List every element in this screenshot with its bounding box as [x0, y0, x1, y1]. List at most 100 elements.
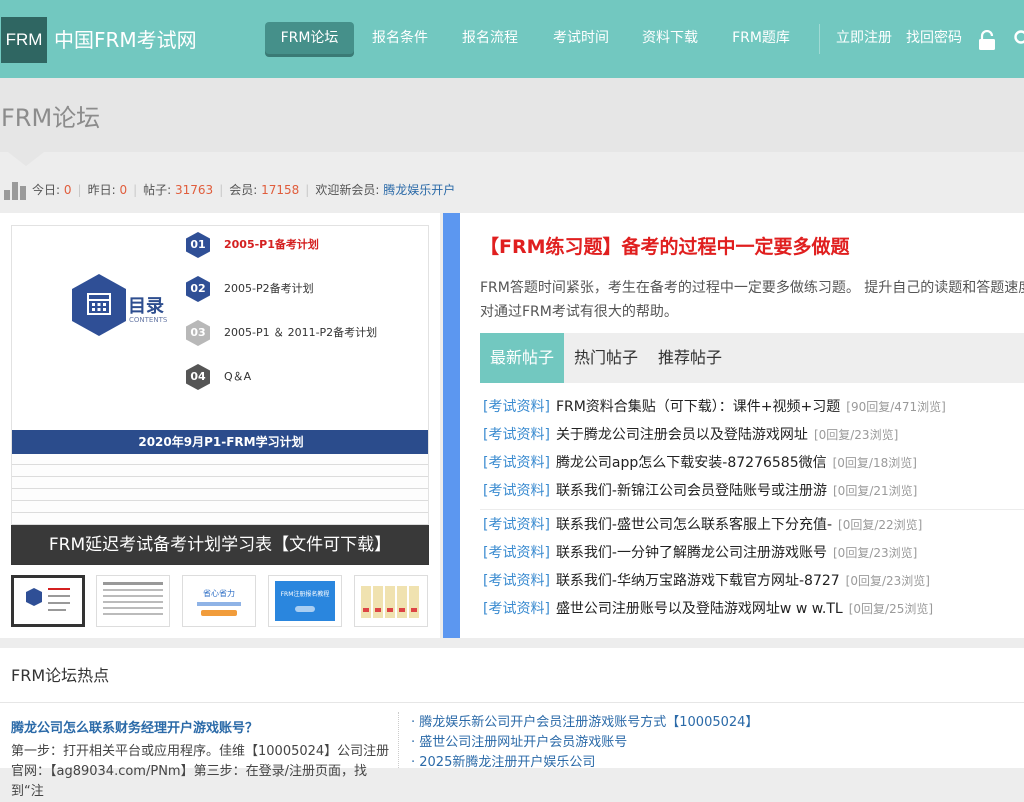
new-member-link[interactable]: 腾龙娱乐开户	[383, 183, 455, 197]
hot-topic-link[interactable]: · 盛世公司注册网址开户会员游戏账号	[411, 734, 627, 752]
post-category[interactable]: [考试资料]	[483, 573, 550, 589]
post-title[interactable]: FRM资料合集贴（可下载）：课件+视频+习题	[556, 399, 840, 415]
title-pointer	[8, 152, 44, 166]
site-logo[interactable]: FRM	[1, 17, 47, 63]
toc-title: 目录	[128, 292, 164, 318]
nav-item-registration-conditions[interactable]: 报名条件	[361, 22, 439, 54]
search-icon[interactable]	[1014, 30, 1024, 46]
post-item[interactable]: [考试资料] 联系我们-盛世公司怎么联系客服上下分充值- [0回复/22浏览]	[483, 514, 922, 536]
slide-thumbnail[interactable]	[96, 575, 170, 627]
post-list-divider	[480, 509, 1024, 510]
posts-count: 31763	[175, 183, 213, 197]
post-meta: [0回复/23浏览]	[814, 428, 898, 442]
hot-topic-link[interactable]: · 2025新腾龙注册开户娱乐公司	[411, 754, 595, 772]
post-category[interactable]: [考试资料]	[483, 427, 550, 443]
slide-thumbnail[interactable]	[354, 575, 428, 627]
slide-thumbnail[interactable]: FRM注册报名教程	[268, 575, 342, 627]
post-meta: [0回复/22浏览]	[838, 518, 922, 532]
post-title[interactable]: 联系我们-一分钟了解腾龙公司注册游戏账号	[556, 545, 827, 561]
members-count: 17158	[261, 183, 299, 197]
hot-topics-title: FRM论坛热点	[11, 665, 109, 687]
nav-item-downloads[interactable]: 资料下载	[631, 22, 709, 54]
tab-latest-posts[interactable]: 最新帖子	[480, 333, 564, 383]
thumb-blue-preview: FRM注册报名教程	[269, 576, 341, 626]
slide-caption[interactable]: FRM延迟考试备考计划学习表【文件可下载】	[11, 525, 429, 565]
forgot-password-link[interactable]: 找回密码	[906, 28, 962, 48]
post-category[interactable]: [考试资料]	[483, 399, 550, 415]
post-item[interactable]: [考试资料] 关于腾龙公司注册会员以及登陆游戏网址 [0回复/23浏览]	[483, 424, 898, 446]
slide-thumbnail[interactable]: 省心省力	[182, 575, 256, 627]
post-category[interactable]: [考试资料]	[483, 601, 550, 617]
post-meta: [0回复/18浏览]	[833, 456, 917, 470]
toc-number: 02	[186, 282, 210, 295]
toc-number: 03	[186, 326, 210, 339]
yesterday-count: 0	[119, 183, 127, 197]
post-meta: [0回复/25浏览]	[849, 602, 933, 616]
post-item[interactable]: [考试资料] 联系我们-一分钟了解腾龙公司注册游戏账号 [0回复/23浏览]	[483, 542, 917, 564]
thumb-promo-preview: 省心省力	[183, 576, 255, 626]
slide-thumbnail[interactable]	[11, 575, 85, 627]
post-item[interactable]: [考试资料] FRM资料合集贴（可下载）：课件+视频+习题 [90回复/471浏览]	[483, 396, 946, 418]
site-name[interactable]: 中国FRM考试网	[54, 27, 197, 53]
bar-chart-icon	[4, 182, 26, 200]
toc-text: 2005-P2备考计划	[224, 280, 314, 296]
posts-label: 帖子:	[143, 183, 171, 197]
post-title[interactable]: 联系我们-新锦江公司会员登陆账号或注册游	[556, 483, 827, 499]
featured-desc-line: FRM答题时间紧张，考生在备考的过程中一定要多做练习题。 提升自己的读题和答题速…	[480, 276, 1024, 300]
lock-icon[interactable]	[977, 30, 997, 50]
post-category[interactable]: [考试资料]	[483, 517, 550, 533]
hot-lead-title-link[interactable]: 腾龙公司怎么联系财务经理开户游戏账号？	[11, 720, 258, 738]
plan-table	[12, 454, 429, 526]
page-title: FRM论坛	[1, 103, 100, 133]
post-title[interactable]: 联系我们-华纳万宝路游戏下载官方网址-8727	[556, 573, 840, 589]
toc-text: 2005-P1 ＆ 2011-P2备考计划	[224, 324, 377, 340]
toc-text: Q＆A	[224, 368, 251, 384]
featured-title-link[interactable]: 【FRM练习题】备考的过程中一定要多做题	[480, 232, 850, 262]
post-title[interactable]: 联系我们-盛世公司怎么联系客服上下分充值-	[556, 517, 832, 533]
post-title[interactable]: 盛世公司注册账号以及登陆游戏网址w w w.TL	[556, 601, 843, 617]
hot-topic-link[interactable]: · 腾龙娱乐新公司开户会员注册游戏账号方式【10005024】	[411, 714, 758, 732]
tab-hot-posts[interactable]: 热门帖子	[566, 333, 646, 383]
register-link[interactable]: 立即注册	[836, 28, 892, 48]
featured-description: FRM答题时间紧张，考生在备考的过程中一定要多做练习题。 提升自己的读题和答题速…	[480, 276, 1024, 324]
toc-text: 2005-P1备考计划	[224, 236, 319, 252]
welcome-label: 欢迎新会员:	[315, 183, 379, 197]
hot-topics-divider	[0, 702, 1024, 703]
thumb-promo-text: 省心省力	[203, 588, 235, 598]
hot-lead-excerpt: 第一步：打开相关平台或应用程序。佳维【10005024】公司注册官网：【ag89…	[11, 742, 391, 802]
nav-item-frm-forum[interactable]: FRM论坛	[265, 22, 354, 54]
post-meta: [0回复/23浏览]	[833, 546, 917, 560]
toc-subtitle: CONTENTS	[129, 316, 167, 324]
calendar-badge-icon	[72, 274, 126, 336]
thumb-toc-preview	[14, 578, 82, 624]
post-category[interactable]: [考试资料]	[483, 545, 550, 561]
toc-number: 01	[186, 238, 210, 251]
post-category[interactable]: [考试资料]	[483, 483, 550, 499]
featured-desc-line: 对通过FRM考试有很大的帮助。	[480, 300, 1024, 324]
slide-image[interactable]: 目录 CONTENTS 01 2005-P1备考计划 02 2005-P2备考计…	[11, 225, 429, 565]
post-meta: [0回复/21浏览]	[833, 484, 917, 498]
nav-divider	[819, 24, 820, 54]
post-item[interactable]: [考试资料] 联系我们-新锦江公司会员登陆账号或注册游 [0回复/21浏览]	[483, 480, 917, 502]
post-item[interactable]: [考试资料] 盛世公司注册账号以及登陆游戏网址w w w.TL [0回复/25浏览]	[483, 598, 933, 620]
post-meta: [90回复/471浏览]	[846, 400, 946, 414]
post-title[interactable]: 关于腾龙公司注册会员以及登陆游戏网址	[556, 427, 808, 443]
section-divider-bar	[443, 213, 460, 638]
post-item[interactable]: [考试资料] 联系我们-华纳万宝路游戏下载官方网址-8727 [0回复/23浏览]	[483, 570, 930, 592]
nav-item-registration-process[interactable]: 报名流程	[451, 22, 529, 54]
post-category[interactable]: [考试资料]	[483, 455, 550, 471]
members-label: 会员:	[229, 183, 257, 197]
toc-number: 04	[186, 370, 210, 383]
nav-item-exam-time[interactable]: 考试时间	[542, 22, 620, 54]
post-title[interactable]: 腾龙公司app怎么下载安装-87276585微信	[556, 455, 827, 471]
today-count: 0	[64, 183, 72, 197]
hot-column-divider	[398, 712, 400, 768]
tab-recommended-posts[interactable]: 推荐帖子	[650, 333, 730, 383]
post-item[interactable]: [考试资料] 腾龙公司app怎么下载安装-87276585微信 [0回复/18浏览]	[483, 452, 917, 474]
forum-stats: 今日: 0|昨日: 0|帖子: 31763|会员: 17158|欢迎新会员: 腾…	[4, 180, 455, 200]
nav-item-question-bank[interactable]: FRM题库	[722, 22, 800, 54]
thumb-books-preview	[355, 576, 427, 626]
plan-title: 2020年9月P1-FRM学习计划	[12, 430, 429, 454]
yesterday-label: 昨日:	[88, 183, 116, 197]
post-meta: [0回复/23浏览]	[846, 574, 930, 588]
